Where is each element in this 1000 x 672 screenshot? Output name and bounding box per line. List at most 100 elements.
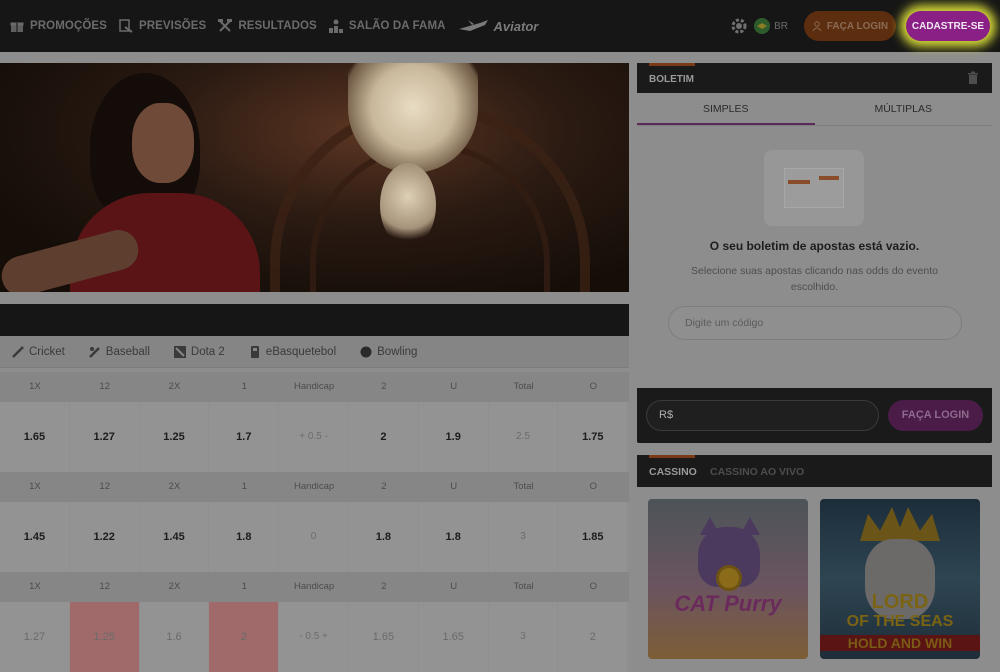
empty-slip-subtitle: Selecione suas apostas clicando nas odds… [691, 265, 938, 293]
odds-table: 1X 12 2X 1 Handicap 2 U Total O 1.65 1.2… [0, 372, 629, 672]
cricket-icon [12, 346, 24, 358]
sport-tab-bowling[interactable]: Bowling [360, 346, 417, 358]
hammers-icon [218, 19, 233, 32]
nav-label: SALÃO DA FAMA [348, 20, 446, 32]
odds-col-header: 2X [168, 381, 181, 392]
odds-col-header: O [589, 581, 597, 592]
odds-col-header: 2 [381, 481, 387, 492]
header-actions: BR FAÇA LOGIN CADASTRE-SE [730, 8, 990, 44]
odds-cell[interactable]: 2 [558, 602, 628, 672]
bet-slip-tabs: SIMPLES MÚLTIPLAS [637, 93, 992, 126]
nav-item-resultados[interactable]: RESULTADOS [218, 19, 317, 33]
odds-col-header: 2 [381, 381, 387, 392]
odds-cell[interactable]: 1.75 [558, 402, 628, 472]
tab-simples[interactable]: SIMPLES [637, 93, 815, 125]
odds-cell[interactable]: 1.65 [348, 602, 418, 672]
main-nav: PROMOÇÕES PREVISÕES RESULTADOS SALÃO DA … [0, 0, 538, 52]
odds-cell[interactable]: 1.27 [69, 402, 139, 472]
login-label: FAÇA LOGIN [826, 20, 889, 32]
odds-col-header: U [450, 481, 458, 492]
header-accent [649, 455, 695, 458]
ticket-shape [784, 168, 844, 208]
odds-cell[interactable]: 2 [209, 602, 279, 672]
sport-tab-ebasquetebol[interactable]: eBasquetebol [249, 345, 336, 358]
odds-col-header: Total [513, 581, 534, 592]
game-title-line1: LORD [871, 591, 929, 613]
odds-cell[interactable]: 1.6 [139, 602, 209, 672]
language-code[interactable]: BR [774, 21, 788, 32]
handicap-cell: + 0.5 - [279, 402, 348, 472]
signup-button[interactable]: CADASTRE-SE [906, 11, 990, 41]
ticket-bar [788, 180, 810, 184]
promo-banner[interactable] [0, 63, 629, 292]
coin-icon [716, 565, 742, 591]
odds-col-header: Handicap [294, 381, 335, 392]
odds-cell[interactable]: 1.25 [69, 602, 139, 672]
odds-cell[interactable]: 1.8 [348, 502, 418, 572]
odds-cell[interactable]: 2 [348, 402, 418, 472]
odds-cell[interactable]: 1.25 [139, 402, 209, 472]
ebasket-icon [250, 345, 259, 358]
game-title-line3: HOLD AND WIN [820, 635, 980, 651]
nav-label: PROMOÇÕES [30, 20, 107, 32]
stake-input[interactable]: R$ [646, 400, 879, 431]
odds-cell[interactable]: 1.65 [0, 402, 69, 472]
login-button[interactable]: FAÇA LOGIN [804, 11, 896, 41]
odds-cell[interactable]: 1.45 [139, 502, 209, 572]
header-accent [649, 63, 695, 66]
odds-cell[interactable]: 1.8 [209, 502, 279, 572]
odds-row: 1.27 1.25 1.6 2 - 0.5 + 1.65 1.65 3 2 [0, 602, 629, 672]
odds-header-row: 1X 12 2X 1 Handicap 2 U Total O [0, 472, 629, 502]
sport-tab-label: Cricket [29, 345, 65, 358]
gear-icon[interactable] [730, 17, 748, 35]
odds-col-header: Total [513, 481, 534, 492]
nav-item-promocoes[interactable]: PROMOÇÕES [10, 19, 107, 33]
game-card-cat-purry[interactable]: CAT Purry [648, 499, 808, 659]
nav-item-salao-da-fama[interactable]: SALÃO DA FAMA [328, 19, 446, 33]
podium-icon [328, 19, 343, 33]
brazil-flag-icon[interactable] [754, 18, 771, 34]
nav-item-aviator[interactable]: Aviator [458, 18, 539, 34]
game-card-lord-of-the-seas[interactable]: LORD OF THE SEAS HOLD AND WIN [820, 499, 980, 659]
tab-cassino[interactable]: CASSINO [649, 466, 697, 478]
odds-cell[interactable]: 1.22 [69, 502, 139, 572]
sport-tab-label: Dota 2 [190, 345, 225, 358]
empty-slip-icon [764, 150, 864, 226]
user-icon [812, 21, 822, 31]
odds-cell[interactable]: 1.45 [0, 502, 69, 572]
odds-cell[interactable]: 1.8 [418, 502, 488, 572]
odds-col-header: 12 [99, 381, 110, 392]
odds-cell[interactable]: 1.85 [558, 502, 628, 572]
signup-label: CADASTRE-SE [911, 20, 985, 32]
aviator-logo: Aviator [493, 18, 539, 34]
sport-tab-cricket[interactable]: Cricket [12, 346, 65, 358]
odds-col-header: 12 [99, 581, 110, 592]
plane-icon [458, 20, 488, 31]
odds-cell[interactable]: 1.7 [209, 402, 279, 472]
odds-col-header: U [450, 581, 458, 592]
nav-label: PREVISÕES [138, 20, 207, 32]
odds-cell[interactable]: 1.27 [0, 602, 69, 672]
bet-slip-title: BOLETIM [649, 74, 694, 85]
tab-multiplas[interactable]: MÚLTIPLAS [815, 93, 993, 125]
baseball-icon [88, 346, 100, 358]
odds-header-row: 1X 12 2X 1 Handicap 2 U Total O [0, 372, 629, 402]
odds-col-header: 1X [29, 581, 41, 592]
odds-col-header: 2X [168, 581, 181, 592]
bowling-icon [360, 346, 372, 357]
odds-header-row: 1X 12 2X 1 Handicap 2 U Total O [0, 572, 629, 602]
sport-tab-dota2[interactable]: Dota 2 [173, 345, 225, 358]
odds-col-header: 1 [241, 481, 247, 492]
trash-icon[interactable] [966, 71, 980, 85]
booking-code-input[interactable]: Digite um código [668, 306, 962, 340]
sport-tab-baseball[interactable]: Baseball [88, 346, 150, 358]
odds-cell[interactable]: 1.9 [418, 402, 488, 472]
bet-slip-login-button[interactable]: FAÇA LOGIN [888, 400, 983, 431]
casino-header: CASSINO CASSINO AO VIVO [637, 455, 992, 487]
odds-row: 1.65 1.27 1.25 1.7 + 0.5 - 2 1.9 2.5 1.7… [0, 402, 629, 472]
odds-col-header: O [589, 481, 597, 492]
sport-tabs: Cricket Baseball Dota 2 eBasquetebol Bow… [0, 336, 629, 368]
nav-item-previsoes[interactable]: PREVISÕES [119, 19, 206, 33]
odds-cell[interactable]: 1.65 [418, 602, 488, 672]
tab-cassino-ao-vivo[interactable]: CASSINO AO VIVO [710, 466, 804, 478]
